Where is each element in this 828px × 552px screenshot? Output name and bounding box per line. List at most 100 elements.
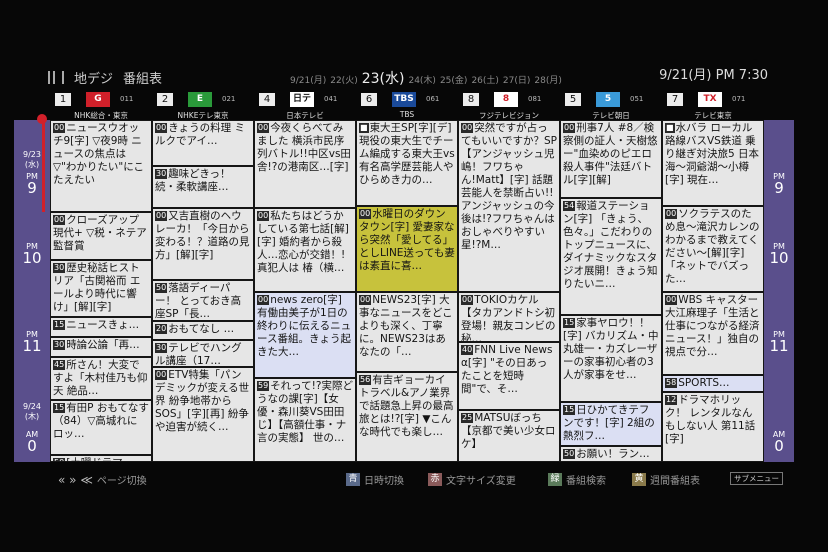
program-cell[interactable]: 54 報道ステーション[字] 「きょう、色々。」こだわりのトップニュースに、ダイナ… [561,199,661,314]
date-label-bottom: 9/24 (木) [23,402,41,421]
channel-header[interactable]: 6 TBS 061 TBS [356,88,458,122]
red-key-fontsize-button[interactable]: 赤 文字サイズ変更 [428,472,516,487]
program-cell[interactable]: 30 テレビでハングル講座（17… [153,341,253,366]
program-cell[interactable]: 00 WBS キャスター大江麻理子「生活と仕事につながる経済ニュース！」独自の視点… [663,293,763,374]
time-axis-right: PM 9 PM 10 PM 11 AM 0 [764,120,794,462]
start-minute: 00 [257,295,270,305]
program-cell[interactable]: 15 有田P おもてなす（84）▽高城れに ロッ… [51,401,151,454]
program-title: ソクラテスのため息〜滝沢カレンのわかるまで教えてください〜[解][字] 「ネット… [665,208,760,285]
channel-id: 071 [732,95,746,103]
channel-header[interactable]: 2 E 021 NHKEテレ東京 [152,88,254,122]
green-key-search-button[interactable]: 緑 番組検索 [548,472,606,487]
channel-number: 8 [463,93,479,106]
program-cell[interactable]: 30 趣味どきっ！続・柔軟講座… [153,167,253,207]
program-cell[interactable]: 20 おもてなし … [153,322,253,339]
program-cell[interactable]: 00 刑事7人 #8／検察側の証人・天樹悠ー"血染めのピエロ殺人事件"法廷バトル[… [561,121,661,197]
time-slot-label: PM 10 [22,242,42,267]
program-cell[interactable]: 00 クローズアップ現代+ ▽税・ネテア監督賞 [51,213,151,259]
program-cell[interactable]: 15 ニュースきょ… [51,318,151,336]
start-minute: 15 [563,318,576,328]
program-title: ニュースきょ… [66,319,140,331]
program-cell[interactable]: ■ 水バラ ローカル路線バスVS鉄道 乗り継ぎ対決旅5 日本海〜洞爺湖〜小樽[字]… [663,121,763,205]
double-chevron-icon: « » ≪ [58,472,93,487]
submenu-button[interactable]: サブメニュー [730,472,783,485]
program-title: ニュースウオッチ9[字] ▽夜9時 ニュースの焦点は ▽"わかりたい"にこたえた… [53,122,145,186]
time-slot-label: PM 11 [22,330,42,355]
program-title: おもてなし … [168,323,235,335]
program-cell[interactable]: 00 私たちはどうかしている第七話[解][字] 婚約者から殺人…恋心が交錯！!真犯… [255,209,355,291]
program-cell[interactable]: 00 ソクラテスのため息〜滝沢カレンのわかるまで教えてください〜[解][字] 「ネ… [663,207,763,291]
date-option[interactable]: 28(月) [534,73,561,86]
program-cell[interactable]: 15 家事ヤロウ！！[字] バカリズム・中丸雄一・カズレーザーの家事初心者の3人が… [561,316,661,401]
channel-header[interactable]: 5 5 051 テレビ朝日 [560,88,662,122]
program-cell[interactable]: ■ 東大王SP[字][デ] 現役の東大生でチーム編成する東大王vs有名高学歴芸能人… [357,121,457,205]
program-cell[interactable]: 00 きょうの料理 ミルクでアイ… [153,121,253,165]
program-cell[interactable]: 59 それって!?実際どうなの課[字]【女優・森川葵VS田田じ】【高額仕事・ナ言の… [255,379,355,461]
program-cell[interactable]: 00 TOKIOカケル【タカアンドトシ初登場！親友コンビの秘… [459,293,559,341]
program-title: 有吉ギョーカイトラベル&アノ業界で話題急上昇の最高旅とは!?[字] ▼こんな時代… [359,374,454,438]
channel-header[interactable]: 8 8 081 フジテレビジョン [458,88,560,122]
program-cell[interactable]: 50 お願い！ラン… [561,447,661,461]
program-cell[interactable]: 50[土曜ドラマ… [51,456,151,461]
start-minute: 15 [53,403,66,413]
program-cell[interactable]: 00 news zero[字] 有働由美子が1日の終わりに伝えるニュース番組。きょ… [255,293,355,377]
program-cell[interactable]: 00 ニュースウオッチ9[字] ▽夜9時 ニュースの焦点は ▽"わかりたい"にこた… [51,121,151,211]
program-cell[interactable]: 00 今夜くらべてみました 横浜市民序列バトル!!中区vs田舎!?の港南区…[字] [255,121,355,207]
date-option[interactable]: 24(木) [408,73,435,86]
channel-number: 5 [565,93,581,106]
channel-header[interactable]: 4 日テレ 041 日本テレビ [254,88,356,122]
channel-logo-icon: 5 [596,92,620,107]
date-option[interactable]: 23(水) [362,68,405,88]
yellow-key-weekly-button[interactable]: 黄 週間番組表 [632,472,700,487]
start-minute: 00 [155,123,168,133]
program-cell[interactable]: 12 ドラマホリック！ レンタルなんもしない人 第11話[字] [663,393,763,461]
program-cell[interactable]: 00 水曜日のダウンタウン[字] 愛妻家なら突然「愛してる」としLINE送っても妻… [357,207,457,291]
program-cell[interactable]: 15 日ひかてきテフンです！[字] 2組の熱烈フ… [561,403,661,445]
date-option[interactable]: 25(金) [440,73,467,86]
time-slot-label: AM 0 [772,430,786,455]
program-cell[interactable]: 00 突然ですが占ってもいいですか？SP【アンジャッシュ児嶋！フワちゃん!Matt… [459,121,559,291]
program-cell[interactable]: 30 歴史秘話ヒストリア「古関裕而 エールより時代に響け」[解][字] [51,261,151,316]
channel-number: 6 [361,93,377,106]
channel-header[interactable]: 7 TX 071 テレビ東京 [662,88,764,122]
channel-column: 00 刑事7人 #8／検察側の証人・天樹悠ー"血染めのピエロ殺人事件"法廷バトル[… [560,120,662,462]
date-option[interactable]: 27(日) [503,73,530,86]
start-minute: 45 [53,360,66,370]
program-title: 家事ヤロウ！！[字] バカリズム・中丸雄一・カズレーザーの家事初心者の3人が家事… [563,317,659,381]
date-option[interactable]: 26(土) [471,73,498,86]
program-title: 水曜日のダウンタウン[字] 愛妻家なら突然「愛してる」としLINE送っても妻は素… [359,208,455,272]
program-cell[interactable]: 56 有吉ギョーカイトラベル&アノ業界で話題急上昇の最高旅とは!?[字] ▼こんな… [357,373,457,461]
start-minute: 00 [155,370,168,380]
program-cell[interactable]: 58 SPORTS… [663,376,763,391]
date-selector[interactable]: 9/21(月) 22(火) 23(水) 24(木) 25(金) 26(土) 27(日) 28(… [290,68,562,88]
app-name: 地デジ [74,72,114,87]
program-cell[interactable]: 00 ETV特集「パンデミックが変える世界 紛争地帯からSOS」[字][再] 紛争… [153,368,253,461]
date-option[interactable]: 22(火) [330,73,357,86]
program-cell[interactable]: 25 MATSUぼっち【京都で美い少女ロケ】 [459,411,559,461]
channel-header[interactable]: 1 G 011 NHK総合・東京 [50,88,152,122]
program-title: テレビでハングル講座（17… [155,342,242,366]
page-switch-button[interactable]: « » ≪ ページ切換 [58,472,147,488]
channel-logo-icon: 日テレ [290,92,314,119]
program-title: クローズアップ現代+ ▽税・ネテア監督賞 [53,214,147,252]
program-cell[interactable]: 30 時論公論「再… [51,338,151,356]
time-slot-label: PM 11 [769,330,789,355]
program-title: 報道ステーション[字] 「きょう、色々。」こだわりのトップニュースに、ダイナミッ… [563,200,658,290]
program-cell[interactable]: 00 NEWS23[字] 大事なニュースをどこよりも深く、丁寧に。NEWS23はあ… [357,293,457,371]
start-minute: 30 [53,340,66,350]
antenna-icon [48,71,64,84]
channel-id: 051 [630,95,644,103]
program-cell[interactable]: 00 又吉直樹のヘウレーカ！「今日から変わる！？道路の見方」[解][字] [153,209,253,279]
program-title: [土曜ドラマ… [66,457,133,461]
program-cell[interactable]: 40 FNN Live News α[字] "その日あったことを短時間"で、そ… [459,343,559,409]
program-title: それって!?実際どうなの課[字]【女優・森川葵VS田田じ】【高額仕事・ナ言の実態… [257,380,353,444]
program-title: 突然ですが占ってもいいですか？SP【アンジャッシュ児嶋！フワちゃん!Matt】[… [461,122,557,251]
program-cell[interactable]: 45 所さん！大変ですよ「木村佳乃も仰天 絶品… [51,358,151,399]
blue-key-datetime-button[interactable]: 青 日時切換 [346,472,404,487]
channel-column: 00 ニュースウオッチ9[字] ▽夜9時 ニュースの焦点は ▽"わかりたい"にこた… [50,120,152,462]
start-minute: 00 [461,295,474,305]
program-title: 歴史秘話ヒストリア「古関裕而 エールより時代に響け」[解][字] [53,262,141,313]
program-cell[interactable]: 50 落語ディーパー！ とっておき高座SP「長… [153,281,253,320]
start-minute: 54 [563,201,576,211]
date-option[interactable]: 9/21(月) [290,73,326,86]
